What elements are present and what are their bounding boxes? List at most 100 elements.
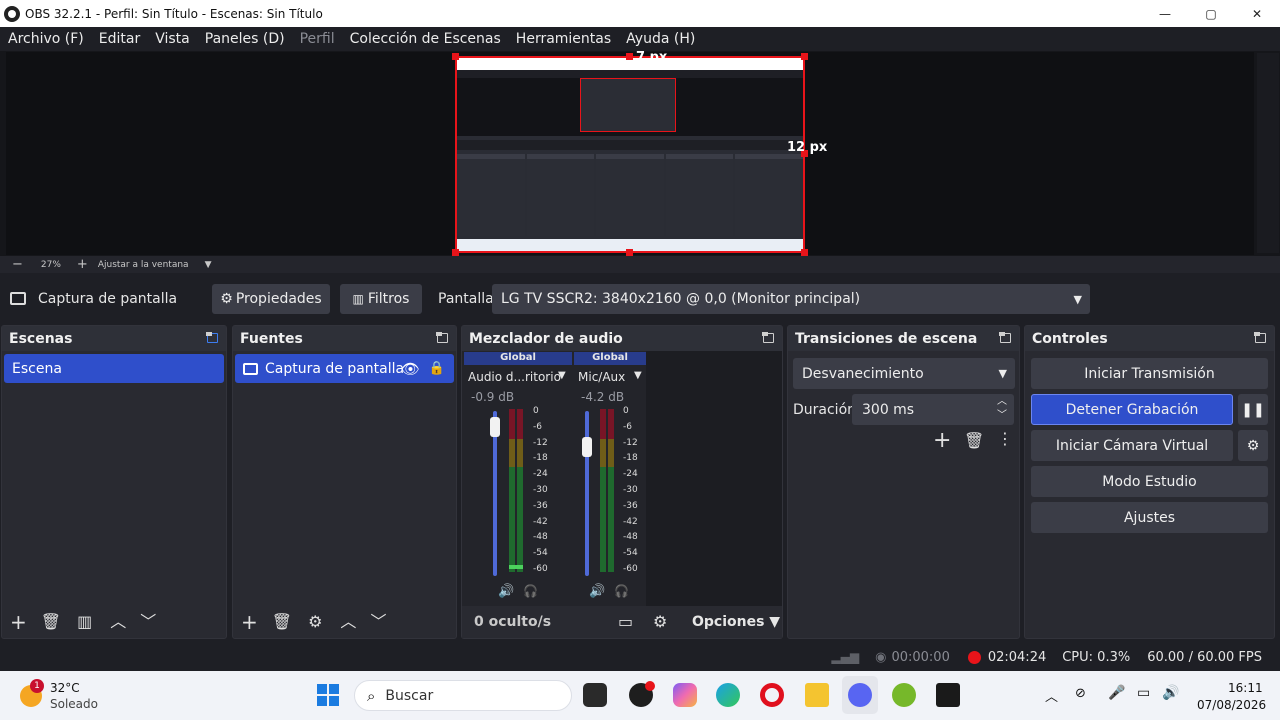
more-options-icon[interactable]: ⋮ xyxy=(997,431,1013,447)
db-scale-label: -60 xyxy=(623,564,638,574)
monitor-icon xyxy=(243,362,258,375)
undock-icon[interactable] xyxy=(206,332,218,343)
lock-icon[interactable]: 🔒 xyxy=(429,361,445,376)
undock-icon[interactable] xyxy=(762,332,774,343)
volume-icon[interactable]: 🔊 xyxy=(1162,685,1179,701)
start-virtual-camera-button[interactable]: Iniciar Cámara Virtual xyxy=(1031,430,1233,461)
add-icon[interactable]: + xyxy=(241,612,258,632)
virtual-camera-settings-button[interactable]: ⚙ xyxy=(1238,430,1268,461)
arrow-up-icon[interactable]: ︿ xyxy=(340,614,356,630)
search-icon: ⌕ xyxy=(367,686,376,705)
resize-handle[interactable] xyxy=(801,249,808,256)
eye-icon[interactable]: 👁 xyxy=(401,360,420,378)
layout-icon[interactable]: ▭ xyxy=(618,614,633,630)
studio-mode-button[interactable]: Modo Estudio xyxy=(1031,466,1268,497)
clock-time[interactable]: 16:11 xyxy=(1228,681,1263,695)
preview-scrollbar[interactable] xyxy=(1257,53,1279,253)
stop-recording-button[interactable]: Detener Grabación xyxy=(1031,394,1233,425)
arrow-up-icon[interactable]: ︿ xyxy=(110,614,126,630)
menu-help[interactable]: Ayuda (H) xyxy=(626,31,695,47)
db-scale: 0 -6 -12 -18 -24 -30 -36 -42 -48 -54 -60 xyxy=(533,406,553,576)
screen-capture-source[interactable] xyxy=(455,56,805,253)
zoom-in-button[interactable]: + xyxy=(77,257,88,272)
resize-handle[interactable] xyxy=(452,249,459,256)
file-explorer-dark-icon[interactable] xyxy=(583,683,607,707)
display-icon[interactable]: ▭ xyxy=(1137,685,1150,701)
pause-recording-button[interactable]: ❚❚ xyxy=(1238,394,1268,425)
zoom-value: 27% xyxy=(40,259,61,270)
minimize-button[interactable]: — xyxy=(1142,0,1188,27)
resize-handle[interactable] xyxy=(626,249,633,256)
zoom-fit-option[interactable]: Ajustar a la ventana xyxy=(98,260,189,270)
options-button[interactable]: Opciones ▼ xyxy=(692,614,780,630)
resize-handle[interactable] xyxy=(626,53,633,60)
channel-menu-icon[interactable]: ▼ xyxy=(558,370,566,381)
scenes-title: Escenas xyxy=(9,330,73,347)
trash-icon[interactable]: 🗑 xyxy=(41,614,61,630)
headphones-icon[interactable]: 🎧 xyxy=(614,584,629,598)
close-button[interactable]: ✕ xyxy=(1234,0,1280,27)
fps-readout: 60.00 / 60.00 FPS xyxy=(1147,649,1262,665)
speaker-icon[interactable]: 🔊 xyxy=(498,584,514,599)
display-select[interactable]: LG TV SSCR2: 3840x2160 @ 0,0 (Monitor pr… xyxy=(492,284,1090,314)
network-off-icon[interactable]: ⊘ xyxy=(1075,686,1086,701)
edge-icon[interactable] xyxy=(716,683,740,707)
add-icon[interactable]: + xyxy=(933,430,951,452)
transition-select[interactable]: Desvanecimiento ▼ xyxy=(793,358,1015,389)
menu-edit[interactable]: Editar xyxy=(99,31,140,47)
undock-icon[interactable] xyxy=(436,332,448,343)
volume-slider-track[interactable] xyxy=(585,411,589,576)
trash-icon[interactable]: 🗑 xyxy=(272,614,292,630)
properties-button[interactable]: ⚙ Propiedades xyxy=(212,284,330,314)
zoom-out-button[interactable]: − xyxy=(12,257,23,272)
arrow-down-icon[interactable]: ﹀ xyxy=(140,614,156,630)
source-item[interactable]: Captura de pantalla 👁 🔒 xyxy=(235,354,454,383)
folder-icon[interactable] xyxy=(805,683,829,707)
headphones-icon[interactable]: 🎧 xyxy=(523,584,538,598)
filters-button[interactable]: ▥ Filtros xyxy=(340,284,422,314)
menu-profile[interactable]: Perfil xyxy=(300,31,335,47)
channel-menu-icon[interactable]: ▼ xyxy=(634,370,642,381)
menu-scene-collection[interactable]: Colección de Escenas xyxy=(350,31,501,47)
resize-handle[interactable] xyxy=(452,53,459,60)
app-icon[interactable] xyxy=(936,683,960,707)
spin-arrows-icon[interactable]: ︿ ﹀ xyxy=(997,395,1007,423)
menu-tools[interactable]: Herramientas xyxy=(516,31,611,47)
undock-icon[interactable] xyxy=(1254,332,1266,343)
discord-icon[interactable] xyxy=(848,683,872,707)
weather-desc[interactable]: Soleado xyxy=(50,697,98,711)
menu-file[interactable]: Archivo (F) xyxy=(8,31,84,47)
undock-icon[interactable] xyxy=(999,332,1011,343)
filter-icon[interactable]: ▥ xyxy=(77,614,92,630)
settings-button[interactable]: Ajustes xyxy=(1031,502,1268,533)
maximize-button[interactable]: ▢ xyxy=(1188,0,1234,27)
arrow-down-icon[interactable]: ﹀ xyxy=(370,614,386,630)
hidden-count[interactable]: 0 oculto/s xyxy=(474,614,551,630)
zoom-dropdown-icon[interactable]: ▼ xyxy=(205,260,212,270)
trash-icon[interactable]: 🗑 xyxy=(964,433,984,449)
taskbar-search[interactable]: ⌕ Buscar xyxy=(354,680,572,711)
copilot-icon[interactable] xyxy=(673,683,697,707)
microphone-icon[interactable]: 🎤 xyxy=(1108,685,1125,701)
add-icon[interactable]: + xyxy=(10,612,27,632)
db-scale-label: -60 xyxy=(533,564,548,574)
weather-temp[interactable]: 32°C xyxy=(50,681,80,695)
global-badge: Global xyxy=(464,352,572,365)
menu-view[interactable]: Vista xyxy=(155,31,190,47)
gear-icon[interactable]: ⚙ xyxy=(308,614,322,630)
mixer-title: Mezclador de audio xyxy=(469,330,623,347)
opera-icon[interactable] xyxy=(760,683,784,707)
volume-slider-handle[interactable] xyxy=(582,437,592,457)
menu-docks[interactable]: Paneles (D) xyxy=(205,31,285,47)
speaker-icon[interactable]: 🔊 xyxy=(589,584,605,599)
clock-date[interactable]: 07/08/2026 xyxy=(1197,698,1266,712)
duration-spinbox[interactable]: 300 ms ︿ ﹀ xyxy=(852,394,1014,425)
start-stream-button[interactable]: Iniciar Transmisión xyxy=(1031,358,1268,389)
scene-item[interactable]: Escena xyxy=(4,354,224,383)
volume-slider-handle[interactable] xyxy=(490,417,500,437)
chevron-up-icon[interactable]: ︿ xyxy=(1045,686,1058,705)
resize-handle[interactable] xyxy=(801,53,808,60)
windows-start-icon[interactable] xyxy=(317,684,339,706)
utorrent-icon[interactable] xyxy=(892,683,916,707)
advanced-audio-icon[interactable]: ⚙ xyxy=(653,614,667,630)
